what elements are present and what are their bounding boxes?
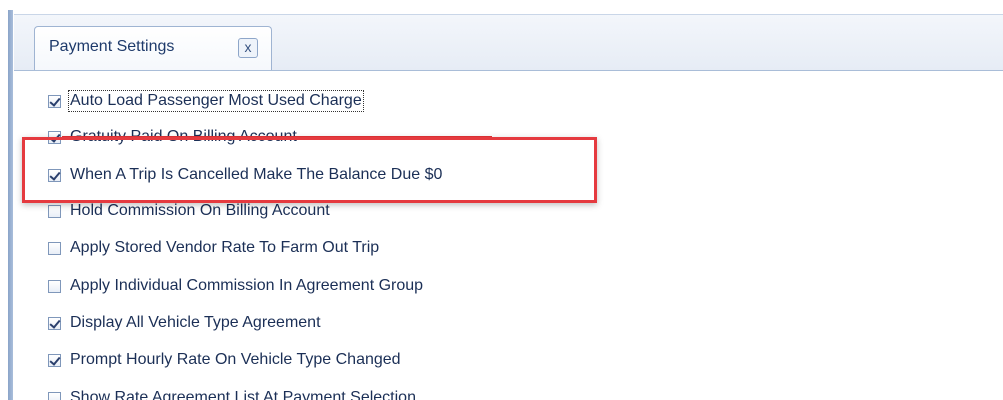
payment-settings-window: Payment Settings x Auto Load Passenger M…	[0, 0, 1003, 400]
checkbox[interactable]	[48, 130, 61, 144]
option-label: Auto Load Passenger Most Used Charge	[68, 90, 364, 112]
checkbox[interactable]	[48, 204, 61, 218]
option-label: Show Rate Agreement List At Payment Sele…	[70, 389, 416, 400]
option-cancelled-trip-balance-zero[interactable]: When A Trip Is Cancelled Make The Balanc…	[48, 162, 442, 188]
option-label: Apply Stored Vendor Rate To Farm Out Tri…	[70, 239, 380, 256]
checkbox[interactable]	[48, 241, 61, 255]
option-display-vehicle-type-agreement[interactable]: Display All Vehicle Type Agreement	[48, 310, 321, 336]
option-label: When A Trip Is Cancelled Make The Balanc…	[70, 166, 443, 183]
option-label: Apply Individual Commission In Agreement…	[70, 277, 424, 294]
checkbox[interactable]	[48, 391, 61, 400]
checkbox[interactable]	[48, 279, 61, 293]
checkbox[interactable]	[48, 168, 61, 182]
checkbox[interactable]	[48, 316, 61, 330]
option-auto-load-passenger-charge[interactable]: Auto Load Passenger Most Used Charge	[48, 88, 364, 114]
red-strike-annotation	[62, 136, 492, 139]
option-hold-commission-billing[interactable]: Hold Commission On Billing Account	[48, 198, 330, 224]
option-label: Prompt Hourly Rate On Vehicle Type Chang…	[70, 351, 401, 368]
tab-payment-settings[interactable]: Payment Settings x	[34, 26, 272, 70]
left-border-rail	[8, 10, 13, 400]
checkbox[interactable]	[48, 94, 61, 108]
option-individual-commission[interactable]: Apply Individual Commission In Agreement…	[48, 273, 423, 299]
checkbox[interactable]	[48, 353, 61, 367]
option-show-rate-agreement-list[interactable]: Show Rate Agreement List At Payment Sele…	[48, 385, 416, 400]
close-icon[interactable]: x	[238, 38, 258, 58]
tab-label: Payment Settings	[49, 38, 175, 55]
option-stored-vendor-rate[interactable]: Apply Stored Vendor Rate To Farm Out Tri…	[48, 235, 379, 261]
option-prompt-hourly-rate[interactable]: Prompt Hourly Rate On Vehicle Type Chang…	[48, 347, 401, 373]
option-label: Display All Vehicle Type Agreement	[70, 314, 321, 331]
option-label: Hold Commission On Billing Account	[70, 202, 330, 219]
